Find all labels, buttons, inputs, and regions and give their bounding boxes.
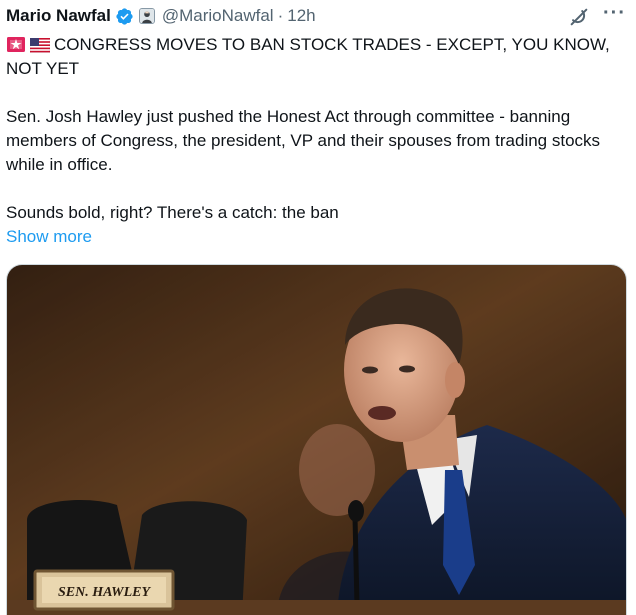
tweet-media-photo[interactable]: SEN. HAWLEY [6,264,627,615]
affiliation-avatar-icon[interactable] [138,8,155,24]
show-more-link[interactable]: Show more [6,225,92,249]
us-flag-icon [29,36,51,54]
siren-icon [6,36,26,53]
headline-paragraph: CONGRESS MOVES TO BAN STOCK TRADES - EXC… [6,33,630,81]
tweet-text: CONGRESS MOVES TO BAN STOCK TRADES - EXC… [6,33,630,249]
time-separator: · [277,6,284,25]
author-name[interactable]: Mario Nawfal [6,6,111,26]
headline-text: CONGRESS MOVES TO BAN STOCK TRADES - EXC… [6,35,610,78]
author-handle[interactable]: @MarioNawfal [162,6,274,26]
more-options-icon[interactable]: ··· [603,2,626,25]
body-paragraph-1: Sen. Josh Hawley just pushed the Honest … [6,107,601,174]
verified-badge-icon[interactable] [115,7,134,26]
post-time[interactable]: 12h [287,6,315,26]
photo-senator-hawley: SEN. HAWLEY [7,265,626,615]
nameplate-label: SEN. HAWLEY [58,585,152,600]
tweet-header: Mario Nawfal @MarioNawfal · 12h ··· [6,2,630,28]
grok-icon[interactable] [568,6,590,28]
body-paragraph-2: Sounds bold, right? There's a catch: the… [6,203,339,222]
